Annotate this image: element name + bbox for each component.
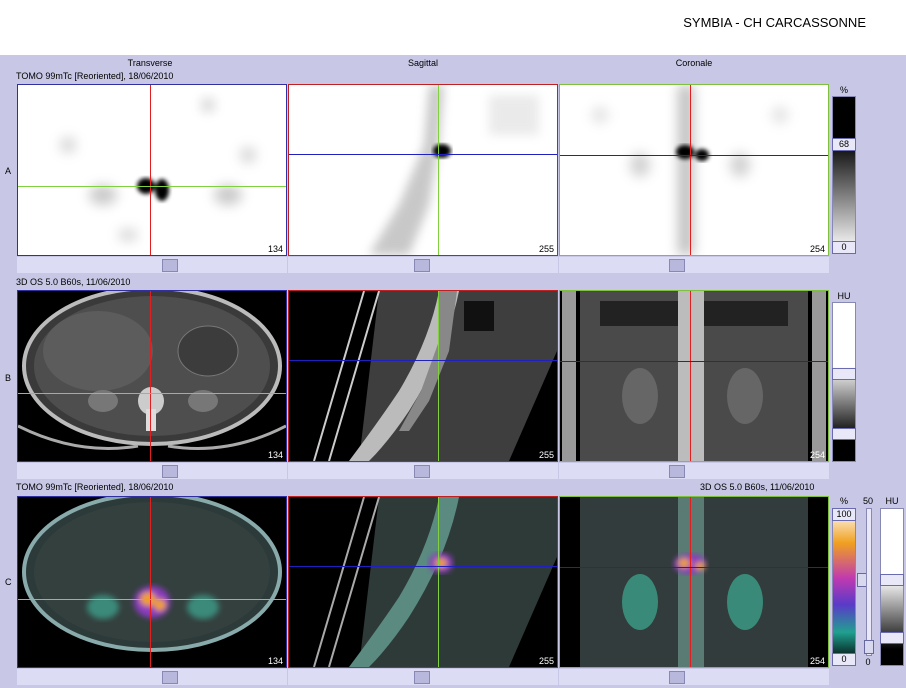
slice-number: 254 [809,656,825,666]
scale-c-ct-window-bottom[interactable] [880,632,904,644]
scale-c-min[interactable]: 0 [832,653,856,666]
fused-sagittal-image [313,497,557,667]
slice-number: 134 [267,656,283,666]
scale-a-unit: % [839,85,848,95]
slice-scroll-c-transverse[interactable] [17,669,287,685]
nm-coronal-image [592,85,788,255]
crosshair-vertical[interactable] [690,291,691,461]
row-b-series-info: 3D OS 5.0 B60s, 11/06/2010 [16,277,131,287]
slice-number: 134 [267,450,283,460]
scale-c-max[interactable]: 100 [832,508,856,521]
ct-transverse-image [18,291,286,450]
slice-number: 255 [538,244,554,254]
scroll-handle[interactable] [414,465,430,478]
crosshair-horizontal[interactable] [18,186,286,187]
viewport-c-coronal[interactable]: 254 [559,496,829,668]
slice-number: 254 [809,450,825,460]
viewport-a-sagittal[interactable]: 255 [288,84,558,256]
slice-number: 134 [267,244,283,254]
scroll-handle[interactable] [669,465,685,478]
scroll-handle[interactable] [162,671,178,684]
crosshair-horizontal[interactable] [18,599,286,600]
scale-b-window-bottom[interactable] [832,428,856,440]
scroll-handle[interactable] [414,671,430,684]
title-bar: SYMBIA - CH CARCASSONNE [0,0,906,55]
blend-max-label: 50 [862,496,873,506]
row-b-label: B [5,373,12,383]
scale-c-ct-window-top[interactable] [880,574,904,586]
scale-b-unit: HU [837,291,851,301]
scale-b-window-top[interactable] [832,368,856,380]
blend-slider-handle[interactable] [864,640,874,654]
slice-scroll-b-transverse[interactable] [17,463,287,479]
row-a-series-info: TOMO 99mTc [Reoriented], 18/06/2010 [16,71,174,81]
scale-c-ct-unit: HU [885,496,899,506]
slice-number: 254 [809,244,825,254]
fused-coronal-image [580,497,808,667]
ct-coronal-image [562,291,826,461]
row-a-label: A [5,166,12,176]
scroll-handle[interactable] [162,259,178,272]
scroll-handle[interactable] [669,671,685,684]
crosshair-vertical[interactable] [438,291,439,461]
row-c-series-info-left: TOMO 99mTc [Reoriented], 18/06/2010 [16,482,174,492]
viewport-a-coronal[interactable]: 254 [559,84,829,256]
slice-scroll-b-sagittal[interactable] [288,463,558,479]
crosshair-vertical[interactable] [150,85,151,255]
crosshair-vertical[interactable] [150,497,151,667]
viewport-b-transverse[interactable]: 134 [17,290,287,462]
viewport-b-sagittal[interactable]: 255 [288,290,558,462]
slice-scroll-c-sagittal[interactable] [288,669,558,685]
crosshair-vertical[interactable] [438,497,439,667]
crosshair-horizontal[interactable] [560,155,828,156]
crosshair-vertical[interactable] [690,85,691,255]
crosshair-horizontal[interactable] [18,393,286,394]
view-title-coronal: Coronale [675,58,713,68]
viewport-b-coronal[interactable]: 254 [559,290,829,462]
crosshair-horizontal[interactable] [560,361,828,362]
scroll-handle[interactable] [669,259,685,272]
colorbar-a[interactable] [832,96,856,252]
crosshair-horizontal[interactable] [289,566,557,567]
colorbar-c-pet[interactable] [832,508,856,664]
fused-transverse-image [22,497,282,652]
slice-scroll-b-coronal[interactable] [559,463,829,479]
crosshair-horizontal[interactable] [289,154,557,155]
slice-scroll-c-coronal[interactable] [559,669,829,685]
blend-slider-track[interactable] [866,508,872,656]
crosshair-horizontal[interactable] [560,567,828,568]
viewport-c-transverse[interactable]: 134 [17,496,287,668]
scale-c-unit: % [839,496,848,506]
crosshair-vertical[interactable] [150,291,151,461]
view-title-transverse: Transverse [127,58,173,68]
app-title: SYMBIA - CH CARCASSONNE [683,15,866,30]
crosshair-vertical[interactable] [690,497,691,667]
crosshair-horizontal[interactable] [289,360,557,361]
view-title-sagittal: Sagittal [407,58,439,68]
blend-min-label: 0 [865,657,871,667]
scroll-handle[interactable] [414,259,430,272]
nm-transverse-image [60,99,256,241]
row-c-series-info-right: 3D OS 5.0 B60s, 11/06/2010 [700,482,815,492]
slice-scroll-a-sagittal[interactable] [288,257,558,273]
scale-a-min[interactable]: 0 [832,241,856,254]
slice-scroll-a-transverse[interactable] [17,257,287,273]
ct-sagittal-image [313,291,557,461]
scroll-handle[interactable] [162,465,178,478]
nm-sagittal-image [369,85,539,255]
viewport-a-transverse[interactable]: 134 [17,84,287,256]
slice-number: 255 [538,656,554,666]
slice-scroll-a-coronal[interactable] [559,257,829,273]
row-c-label: C [5,577,12,587]
crosshair-vertical[interactable] [438,85,439,255]
viewport-c-sagittal[interactable]: 255 [288,496,558,668]
slice-number: 255 [538,450,554,460]
scale-a-max[interactable]: 68 [832,138,856,151]
